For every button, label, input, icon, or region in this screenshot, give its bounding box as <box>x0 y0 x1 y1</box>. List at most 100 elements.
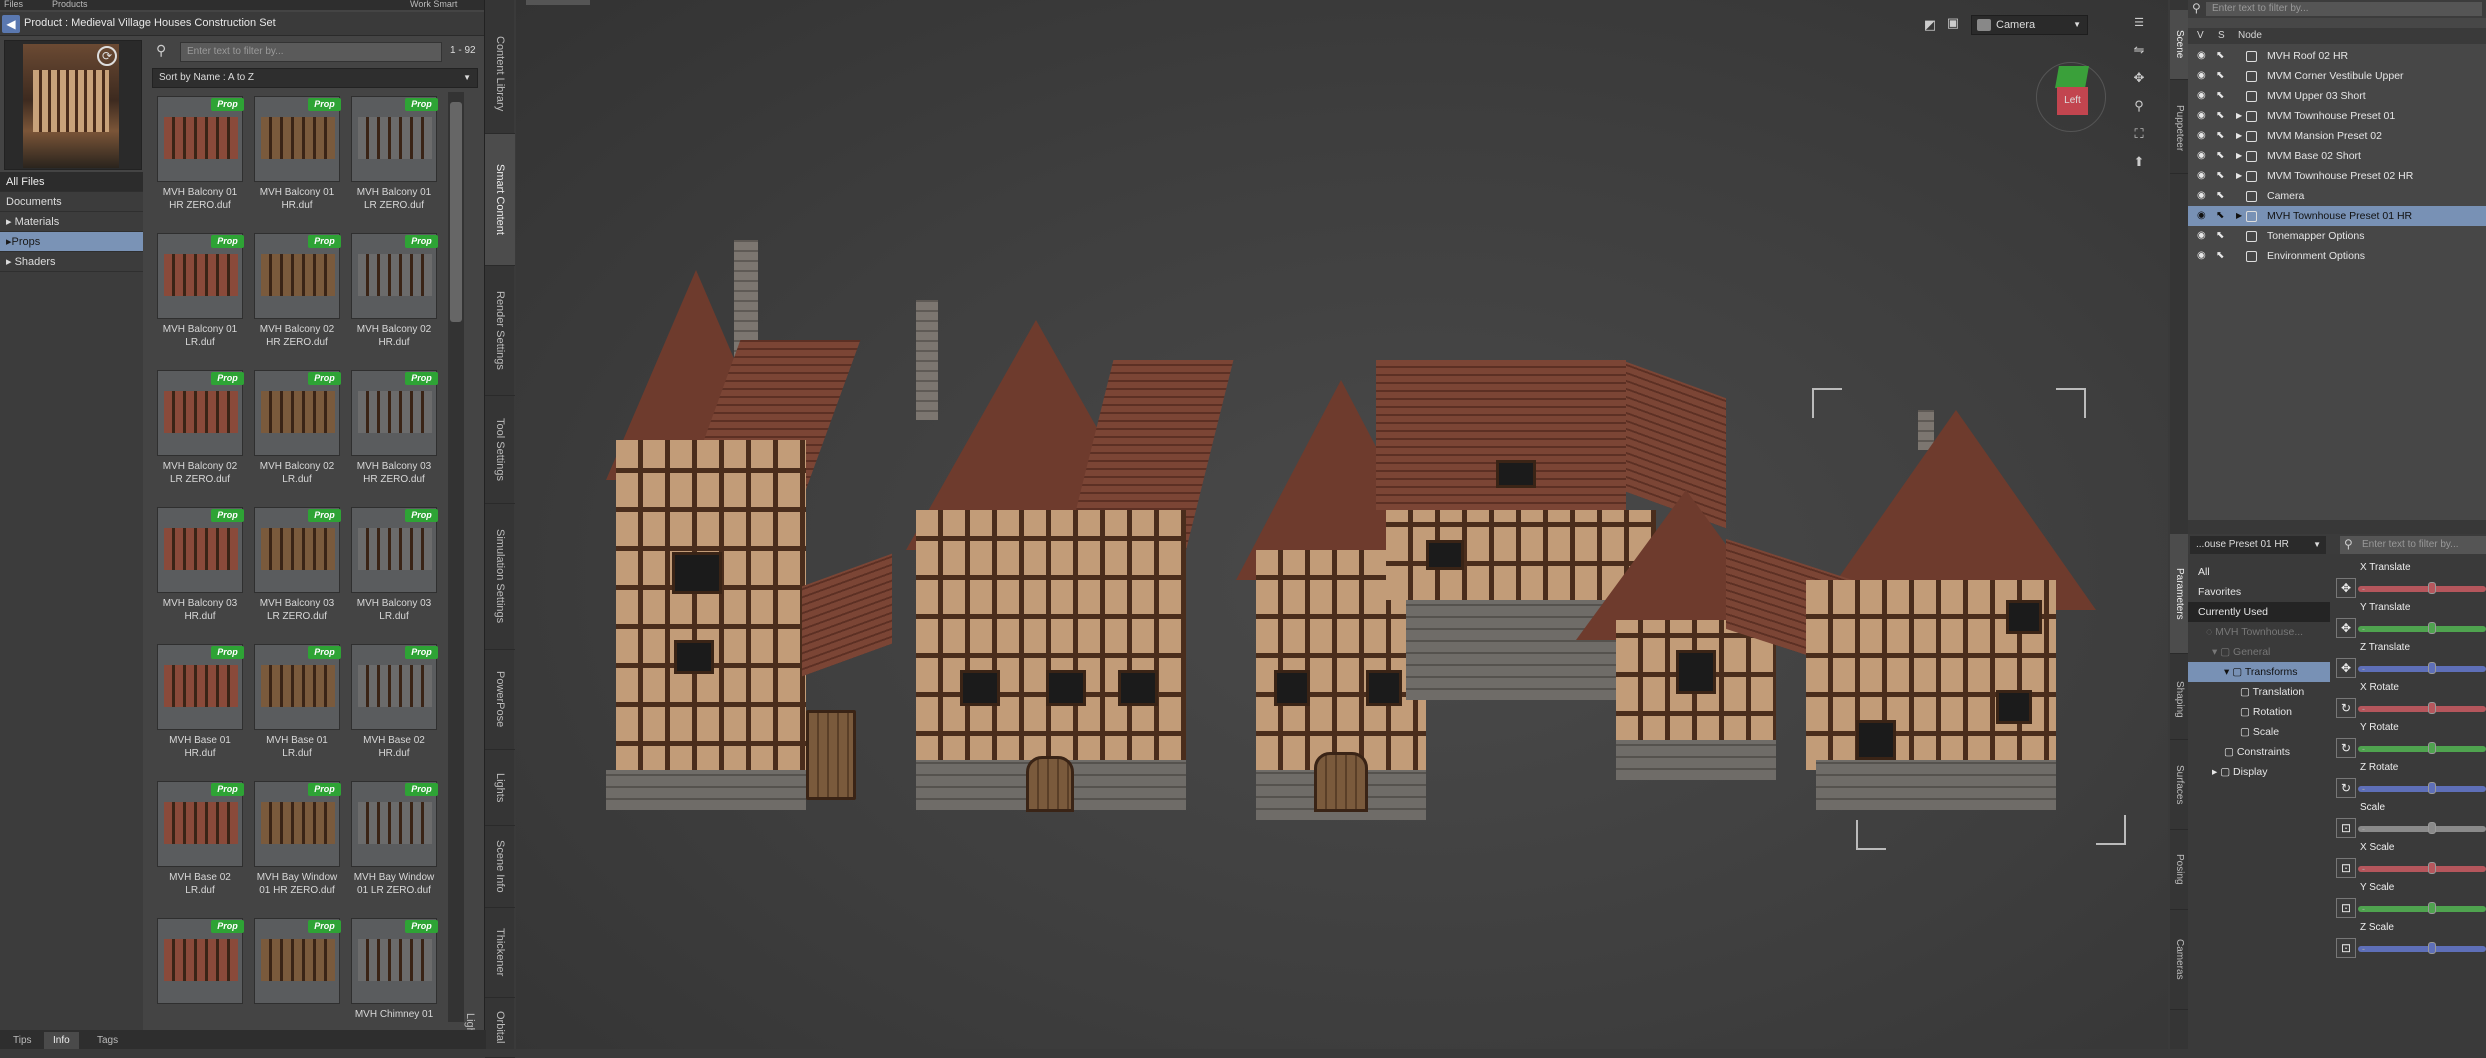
product-tile[interactable]: Prop MVH Balcony 03 LR ZERO.duf <box>249 503 345 640</box>
slider-track[interactable] <box>2358 826 2486 832</box>
parameter-group-constraints[interactable]: ▢ Constraints <box>2188 742 2330 762</box>
parameter-mode-icon[interactable]: ↻ <box>2336 738 2356 758</box>
parameter-slider[interactable]: X Rotate ↻ - <box>2332 680 2486 720</box>
zoom-icon[interactable]: ⚲ <box>2130 98 2148 114</box>
cursor-icon[interactable]: ⬉ <box>2216 186 2224 206</box>
scene-node-row[interactable]: ◉ ⬉ Camera <box>2188 186 2486 206</box>
tab-shaping[interactable]: Shaping <box>2170 660 2188 740</box>
orbit-icon[interactable]: ⇋ <box>2130 42 2148 58</box>
cursor-icon[interactable]: ⬉ <box>2216 146 2224 166</box>
slider-track[interactable] <box>2358 746 2486 752</box>
scene-node-row[interactable]: ◉ ⬉ ▶ MVM Mansion Preset 02 <box>2188 126 2486 146</box>
product-tile[interactable]: Prop MVH Balcony 03 LR.duf <box>346 503 442 640</box>
expand-icon[interactable]: ▶ <box>2236 206 2242 226</box>
scene-node-row[interactable]: ◉ ⬉ MVH Roof 02 HR <box>2188 46 2486 66</box>
tab-parameters[interactable]: Parameters <box>2170 534 2188 654</box>
tab-lights[interactable]: Lights <box>485 750 515 826</box>
parameter-group-translation[interactable]: ▢ Translation <box>2188 682 2330 702</box>
tab-puppeteer[interactable]: Puppeteer <box>2170 84 2188 174</box>
parameter-node-select[interactable]: ...ouse Preset 01 HR ▼ <box>2190 536 2326 554</box>
parameter-group-favorites[interactable]: Favorites <box>2188 582 2330 602</box>
scene-node-row[interactable]: ◉ ⬉ Environment Options <box>2188 246 2486 266</box>
product-tile[interactable]: Prop MVH Balcony 02 HR ZERO.duf <box>249 229 345 366</box>
product-tile[interactable]: Prop <box>152 914 248 1022</box>
back-arrow-icon[interactable]: ◀ <box>2 15 20 33</box>
slider-knob[interactable] <box>2428 662 2436 674</box>
viewport-camera-icon[interactable]: ▣ <box>1944 15 1962 31</box>
slider-knob[interactable] <box>2428 742 2436 754</box>
scene-node-row[interactable]: ◉ ⬉ ▶ MVM Base 02 Short <box>2188 146 2486 166</box>
tab-powerpose[interactable]: PowerPose <box>485 650 515 750</box>
view-cube-face[interactable]: Left <box>2057 87 2088 115</box>
view-cube-top[interactable] <box>2055 66 2089 88</box>
product-tile[interactable]: Prop MVH Chimney 01 <box>346 914 442 1022</box>
slider-track[interactable] <box>2358 786 2486 792</box>
parameter-slider[interactable]: Z Translate ✥ - <box>2332 640 2486 680</box>
eye-icon[interactable]: ◉ <box>2197 206 2206 226</box>
tab-smart-content[interactable]: Smart Content <box>485 134 515 266</box>
cursor-icon[interactable]: ⬉ <box>2216 166 2224 186</box>
slider-knob[interactable] <box>2428 702 2436 714</box>
tree-expand-icon[interactable]: ◌ <box>2206 626 2215 638</box>
reset-view-icon[interactable]: ⬆ <box>2130 154 2148 170</box>
tab-simulation-settings[interactable]: Simulation Settings <box>485 504 515 650</box>
tree-expand-icon[interactable]: ▸ ▢ <box>2212 766 2233 778</box>
content-search-input[interactable]: Enter text to filter by... <box>180 42 442 62</box>
tab-tags[interactable]: Tags <box>88 1032 127 1049</box>
panel-splitter[interactable] <box>2188 520 2486 534</box>
product-tile[interactable]: Prop MVH Balcony 02 LR ZERO.duf <box>152 366 248 503</box>
eye-icon[interactable]: ◉ <box>2197 146 2206 166</box>
slider-minus-icon[interactable]: - <box>2362 904 2365 914</box>
parameter-group-display[interactable]: ▸ ▢ Display <box>2188 762 2330 782</box>
slider-knob[interactable] <box>2428 942 2436 954</box>
expand-icon[interactable]: ▶ <box>2236 166 2242 186</box>
scene-search-input[interactable]: Enter text to filter by... <box>2206 2 2482 16</box>
parameter-mode-icon[interactable]: ⊡ <box>2336 818 2356 838</box>
slider-minus-icon[interactable]: - <box>2362 584 2365 594</box>
eye-icon[interactable]: ◉ <box>2197 106 2206 126</box>
tab-cameras[interactable]: Cameras <box>2170 910 2188 1010</box>
category-all-files[interactable]: All Files <box>0 172 143 192</box>
eye-icon[interactable]: ◉ <box>2197 86 2206 106</box>
scene-node-row[interactable]: ◉ ⬉ MVM Corner Vestibule Upper <box>2188 66 2486 86</box>
scene-node-row[interactable]: ◉ ⬉ ▶ MVM Townhouse Preset 01 <box>2188 106 2486 126</box>
product-tile[interactable]: Prop MVH Balcony 01 HR.duf <box>249 92 345 229</box>
eye-icon[interactable]: ◉ <box>2197 66 2206 86</box>
product-tile[interactable]: Prop MVH Balcony 02 LR.duf <box>249 366 345 503</box>
tree-expand-icon[interactable]: ▢ <box>2224 746 2237 758</box>
product-tile[interactable]: Prop MVH Bay Window 01 HR ZERO.duf <box>249 777 345 914</box>
parameter-group-general[interactable]: ▾ ▢ General <box>2188 642 2330 662</box>
tab-info[interactable]: Info <box>44 1032 79 1049</box>
slider-minus-icon[interactable]: - <box>2362 664 2365 674</box>
cursor-icon[interactable]: ⬉ <box>2216 106 2224 126</box>
product-tile[interactable]: Prop MVH Base 01 HR.duf <box>152 640 248 777</box>
product-tile[interactable]: Prop MVH Balcony 01 HR ZERO.duf <box>152 92 248 229</box>
parameter-slider[interactable]: Y Rotate ↻ - <box>2332 720 2486 760</box>
cursor-icon[interactable]: ⬉ <box>2216 126 2224 146</box>
slider-knob[interactable] <box>2428 782 2436 794</box>
parameter-mode-icon[interactable]: ⊡ <box>2336 898 2356 918</box>
category-documents[interactable]: Documents <box>0 192 143 212</box>
eye-icon[interactable]: ◉ <box>2197 166 2206 186</box>
slider-knob[interactable] <box>2428 822 2436 834</box>
tree-expand-icon[interactable]: ▾ ▢ <box>2224 666 2245 678</box>
product-tile[interactable]: Prop MVH Balcony 02 HR.duf <box>346 229 442 366</box>
sort-dropdown[interactable]: Sort by Name : A to Z ▼ <box>152 68 478 88</box>
eye-icon[interactable]: ◉ <box>2197 126 2206 146</box>
cursor-icon[interactable]: ⬉ <box>2216 206 2224 226</box>
product-tile[interactable]: Prop MVH Balcony 01 LR.duf <box>152 229 248 366</box>
parameter-mode-icon[interactable]: ↻ <box>2336 698 2356 718</box>
tree-expand-icon[interactable]: ▢ <box>2240 706 2253 718</box>
tab-scene[interactable]: Scene <box>2170 10 2188 80</box>
tab-surfaces[interactable]: Surfaces <box>2170 740 2188 830</box>
product-tile[interactable]: Prop MVH Bay Window 01 LR ZERO.duf <box>346 777 442 914</box>
category-materials[interactable]: ▸ Materials <box>0 212 143 232</box>
parameter-search-input[interactable]: Enter text to filter by... <box>2340 536 2486 554</box>
product-tile[interactable]: Prop MVH Base 01 LR.duf <box>249 640 345 777</box>
product-tile[interactable]: Prop MVH Balcony 01 LR ZERO.duf <box>346 92 442 229</box>
tab-content-library[interactable]: Content Library <box>485 14 515 134</box>
frame-icon[interactable]: ⛶ <box>2130 126 2148 142</box>
slider-knob[interactable] <box>2428 582 2436 594</box>
tree-expand-icon[interactable]: ▢ <box>2240 726 2253 738</box>
product-tile[interactable]: Prop MVH Balcony 03 HR.duf <box>152 503 248 640</box>
